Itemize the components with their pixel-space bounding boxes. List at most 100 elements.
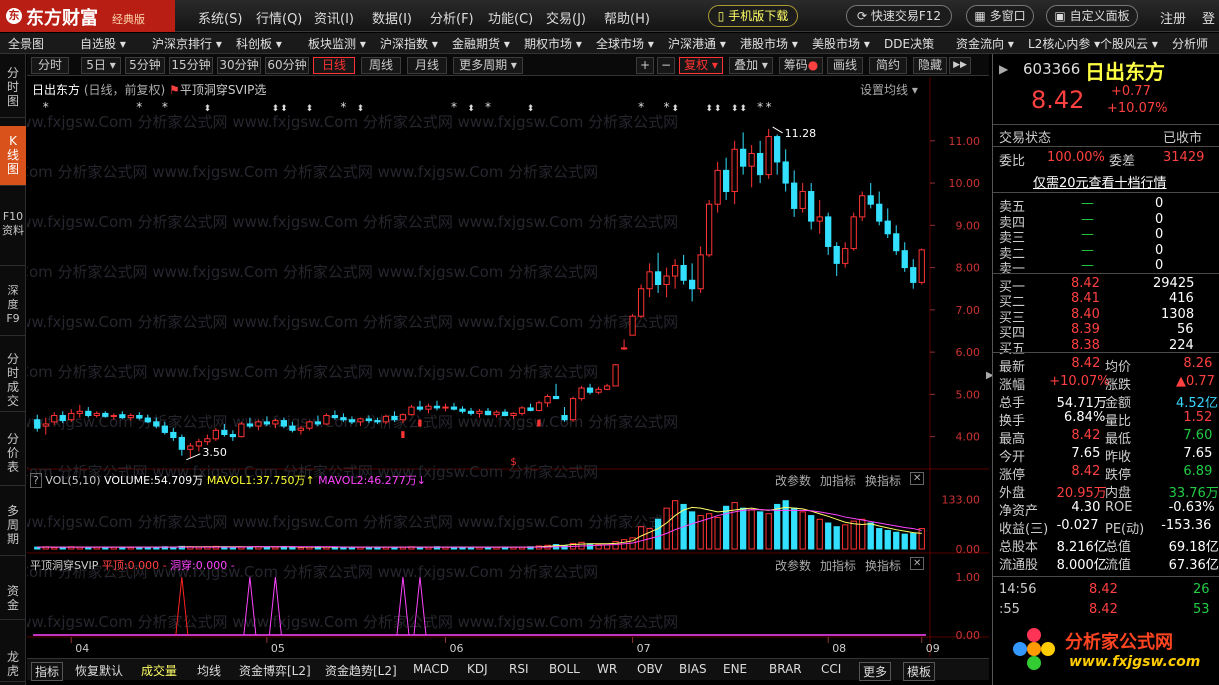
- indicator-tab[interactable]: RSI: [509, 662, 529, 676]
- nav-star-market[interactable]: 科创板 ▾: [236, 35, 282, 52]
- nav-stock-news[interactable]: 个股风云 ▾: [1100, 35, 1158, 52]
- indicator-tab[interactable]: 资金趋势[L2]: [325, 662, 397, 679]
- menu-trade[interactable]: 交易(J): [546, 8, 586, 27]
- nav-ranking[interactable]: 沪深京排行 ▾: [152, 35, 222, 52]
- indicator-tab[interactable]: 资金博弈[L2]: [239, 662, 311, 679]
- nav-options[interactable]: 期权市场 ▾: [524, 35, 582, 52]
- nav-watchlist[interactable]: 自选股 ▾: [80, 35, 126, 52]
- nav-l2[interactable]: L2核心内参 ▾: [1028, 35, 1100, 52]
- multi-window-button[interactable]: ▦ 多窗口: [966, 5, 1034, 27]
- stat-value: 20.95万: [1056, 486, 1107, 501]
- nav-hk[interactable]: 港股市场 ▾: [740, 35, 798, 52]
- menu-system[interactable]: 系统(S): [198, 8, 242, 27]
- menu-data[interactable]: 数据(I): [372, 8, 412, 27]
- collapse-arrow-icon[interactable]: ▶: [999, 62, 1008, 76]
- volume-bar: [671, 500, 679, 550]
- login-link[interactable]: 登: [1202, 8, 1215, 27]
- ind-switch-indicator[interactable]: 换指标: [865, 557, 901, 574]
- period-30min[interactable]: 30分钟: [217, 57, 261, 74]
- period-60min[interactable]: 60分钟: [265, 57, 309, 74]
- ind-close-icon[interactable]: ✕: [910, 557, 925, 570]
- nav-global[interactable]: 全球市场 ▾: [596, 35, 654, 52]
- ind-add-indicator[interactable]: 加指标: [820, 557, 856, 574]
- indicator-tab[interactable]: CCI: [821, 662, 841, 676]
- indicator-tab[interactable]: 恢复默认: [75, 662, 123, 679]
- indicator-tab[interactable]: MACD: [413, 662, 449, 676]
- ten-level-link[interactable]: 仅需20元查看十档行情: [1033, 172, 1167, 191]
- custom-panel-button[interactable]: ▣ 自定义面板: [1046, 5, 1138, 27]
- indicator-tab[interactable]: 模板: [903, 662, 936, 681]
- nav-overview[interactable]: 全景图: [8, 35, 44, 52]
- nav-connect[interactable]: 沪深港通 ▾: [668, 35, 726, 52]
- indicator-tab[interactable]: 更多: [859, 662, 892, 681]
- menu-analysis[interactable]: 分析(F): [430, 8, 474, 27]
- mobile-download-button[interactable]: ▯ 手机版下载: [708, 5, 798, 27]
- period-15min[interactable]: 15分钟: [169, 57, 213, 74]
- sidebar-tab-capital[interactable]: 资金: [0, 580, 26, 620]
- nav-futures[interactable]: 金融期货 ▾: [452, 35, 510, 52]
- menu-function[interactable]: 功能(C): [488, 8, 533, 27]
- simple-mode-button[interactable]: 简约: [869, 57, 907, 74]
- help-icon[interactable]: ?: [30, 473, 42, 488]
- nav-us[interactable]: 美股市场 ▾: [812, 35, 870, 52]
- vol-add-indicator[interactable]: 加指标: [820, 472, 856, 489]
- period-more[interactable]: 更多周期 ▾: [453, 57, 523, 74]
- indicator-tab[interactable]: 均线: [197, 662, 221, 679]
- sidebar-tab-intraday[interactable]: 分时图: [0, 62, 26, 118]
- vol-modify-params[interactable]: 改参数: [775, 472, 811, 489]
- sidebar-tab-price-table[interactable]: 分价表: [0, 426, 26, 486]
- indicator-tab[interactable]: BOLL: [549, 662, 580, 676]
- period-5min[interactable]: 5分钟: [125, 57, 165, 74]
- nav-dde[interactable]: DDE决策: [884, 35, 934, 52]
- sidebar-tab-ticks[interactable]: 分时成交: [0, 348, 26, 412]
- nav-analyst[interactable]: 分析师: [1172, 35, 1208, 52]
- nav-capital-flow[interactable]: 资金流向 ▾: [956, 35, 1014, 52]
- period-monthly[interactable]: 月线: [407, 57, 447, 74]
- zoom-out-button[interactable]: −: [657, 57, 675, 74]
- indicator-tab[interactable]: KDJ: [467, 662, 488, 676]
- expand-icon[interactable]: ▶▶: [949, 57, 971, 74]
- ma-settings-button[interactable]: 设置均线 ▾: [860, 81, 918, 98]
- x-tick-label: 05: [271, 642, 285, 655]
- vol-close-icon[interactable]: ✕: [910, 472, 925, 485]
- sidebar-tab-dragon-tiger[interactable]: 龙虎: [0, 646, 26, 682]
- fuquan-button[interactable]: 复权 ▾: [679, 57, 723, 74]
- period-daily[interactable]: 日线: [313, 57, 355, 74]
- ind-modify-params[interactable]: 改参数: [775, 557, 811, 574]
- indicator-tab[interactable]: OBV: [637, 662, 663, 676]
- indicator-tab[interactable]: 指标: [31, 662, 64, 681]
- period-5day[interactable]: 5日 ▾: [81, 57, 121, 74]
- nav-index[interactable]: 沪深指数 ▾: [380, 35, 438, 52]
- indicator-tab[interactable]: WR: [597, 662, 617, 676]
- indicator-tab[interactable]: ENE: [723, 662, 747, 676]
- candle-body: [748, 152, 755, 167]
- sidebar-tab-depth[interactable]: 深度F9: [0, 280, 26, 336]
- period-intraday[interactable]: 分时: [31, 57, 69, 74]
- vol-switch-indicator[interactable]: 换指标: [865, 472, 901, 489]
- indicator-tab[interactable]: 成交量: [141, 662, 177, 679]
- nav-sector[interactable]: 板块监测 ▾: [308, 35, 366, 52]
- hide-button[interactable]: 隐藏: [913, 57, 947, 74]
- sidebar-tab-kline[interactable]: K线图: [0, 126, 26, 186]
- draw-line-button[interactable]: 画线: [827, 57, 863, 74]
- menu-help[interactable]: 帮助(H): [604, 8, 650, 27]
- overlay-button[interactable]: 叠加 ▾: [729, 57, 773, 74]
- zoom-in-button[interactable]: +: [636, 57, 654, 74]
- candle-body: [586, 387, 594, 393]
- indicator-tab[interactable]: BIAS: [679, 662, 707, 676]
- quick-trade-button[interactable]: ⟳ 快速交易F12: [846, 5, 952, 27]
- dongchuan-value: 洞穿:0.000: [170, 559, 228, 572]
- register-link[interactable]: 注册: [1160, 8, 1186, 27]
- event-marker-icon: ⬍: [731, 104, 739, 114]
- menu-news[interactable]: 资讯(I): [314, 8, 354, 27]
- chip-button[interactable]: 筹码●: [779, 57, 823, 74]
- sidebar-tab-multi-period[interactable]: 多周期: [0, 500, 26, 556]
- candle-body: [782, 161, 789, 184]
- period-weekly[interactable]: 周线: [361, 57, 401, 74]
- menu-quote[interactable]: 行情(Q): [256, 8, 302, 27]
- candle-body: [102, 412, 109, 417]
- sidebar-tab-f10[interactable]: F10资料: [0, 204, 26, 266]
- tick-time: 14:56: [999, 582, 1037, 597]
- volume-bar: [102, 547, 109, 550]
- indicator-tab[interactable]: BRAR: [769, 662, 802, 676]
